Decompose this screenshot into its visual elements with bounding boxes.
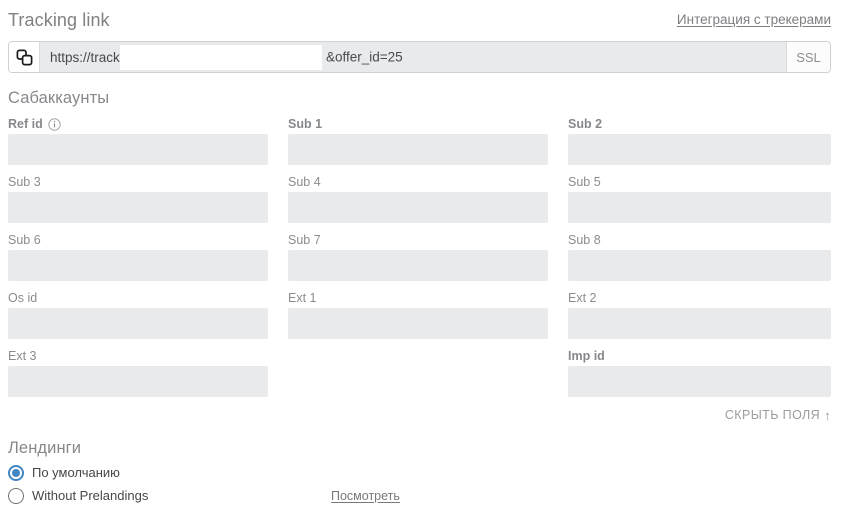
grid-gutter <box>268 288 288 346</box>
landings-section-title: Лендинги <box>8 439 82 457</box>
field-label-sub-8: Sub 8 <box>568 230 831 250</box>
field-label-sub-1: Sub 1 <box>288 114 548 134</box>
field-sub-7: Sub 7 <box>288 230 548 288</box>
field-ext-3: Ext 3 <box>8 346 268 404</box>
input-sub-2[interactable] <box>568 134 831 165</box>
input-sub-5[interactable] <box>568 192 831 223</box>
field-ext-1: Ext 1 <box>288 288 548 346</box>
grid-gutter <box>548 230 568 288</box>
field-label-text: Sub 1 <box>288 117 323 131</box>
field-label-text: Sub 3 <box>8 175 41 189</box>
preview-landing-link[interactable]: Посмотреть <box>331 489 400 503</box>
field-sub-4: Sub 4 <box>288 172 548 230</box>
field-label-sub-7: Sub 7 <box>288 230 548 250</box>
input-sub-1[interactable] <box>288 134 548 165</box>
field-imp-id: Imp id <box>568 346 831 404</box>
field-label-imp-id: Imp id <box>568 346 831 366</box>
field-sub-5: Sub 5 <box>568 172 831 230</box>
field-sub-6: Sub 6 <box>8 230 268 288</box>
hide-fields-label: СКРЫТЬ ПОЛЯ <box>724 408 821 422</box>
input-imp-id[interactable] <box>568 366 831 397</box>
field-label-sub-5: Sub 5 <box>568 172 831 192</box>
field-placeholder-empty <box>288 346 548 404</box>
tracking-link-value[interactable]: https://track. &offer_id=25 <box>40 42 786 72</box>
landings-radio-group: По умолчанию Without Prelandings Посмотрет… <box>8 461 831 507</box>
tracking-link-header: Tracking link Интеграция с трекерами <box>8 8 831 36</box>
field-sub-1: Sub 1 <box>288 114 548 172</box>
radio-unchecked-icon[interactable] <box>8 487 24 504</box>
tracking-link-bar: https://track. &offer_id=25 SSL <box>8 41 831 73</box>
field-label-text: Sub 2 <box>568 117 603 131</box>
field-label-text: Sub 6 <box>8 233 41 247</box>
input-sub-7[interactable] <box>288 250 548 281</box>
grid-gutter <box>268 172 288 230</box>
field-label-text: Ref id <box>8 117 43 131</box>
grid-gutter <box>548 172 568 230</box>
input-sub-8[interactable] <box>568 250 831 281</box>
field-sub-8: Sub 8 <box>568 230 831 288</box>
field-sub-2: Sub 2 <box>568 114 831 172</box>
radio-option-0[interactable]: По умолчанию <box>8 464 120 481</box>
field-label-text: Sub 5 <box>568 175 601 189</box>
input-sub-4[interactable] <box>288 192 548 223</box>
field-os-id: Os id <box>8 288 268 346</box>
field-label-os-id: Os id <box>8 288 268 308</box>
field-sub-3: Sub 3 <box>8 172 268 230</box>
hide-fields-button[interactable]: СКРЫТЬ ПОЛЯ ↑ <box>725 408 831 422</box>
field-label-sub-6: Sub 6 <box>8 230 268 250</box>
field-label-text: Ext 2 <box>568 291 597 305</box>
field-label-text: Ext 3 <box>8 349 37 363</box>
field-label-sub-2: Sub 2 <box>568 114 831 134</box>
landing-option-row: По умолчанию <box>8 461 831 484</box>
radio-option-1[interactable]: Without Prelandings <box>8 487 149 504</box>
field-label-sub-4: Sub 4 <box>288 172 548 192</box>
input-os-id[interactable] <box>8 308 268 339</box>
copy-link-button[interactable] <box>9 42 40 72</box>
field-label-text: Os id <box>8 291 38 305</box>
grid-gutter <box>548 346 568 404</box>
landing-option-row: Without Prelandings Посмотреть <box>8 484 831 507</box>
input-sub-6[interactable] <box>8 250 268 281</box>
input-ref-id[interactable] <box>8 134 268 165</box>
grid-gutter <box>268 230 288 288</box>
radio-option-label: Without Prelandings <box>32 488 149 503</box>
field-ext-2: Ext 2 <box>568 288 831 346</box>
input-ext-3[interactable] <box>8 366 268 397</box>
arrow-up-icon: ↑ <box>824 407 831 423</box>
grid-gutter <box>548 114 568 172</box>
copy-icon <box>16 49 33 66</box>
info-icon[interactable] <box>48 117 61 131</box>
grid-gutter <box>548 288 568 346</box>
grid-gutter <box>268 346 288 404</box>
field-label-text: Ext 1 <box>288 291 317 305</box>
field-label-text: Sub 7 <box>288 233 321 247</box>
input-ext-2[interactable] <box>568 308 831 339</box>
field-label-sub-3: Sub 3 <box>8 172 268 192</box>
field-label-text: Sub 8 <box>568 233 601 247</box>
ssl-toggle[interactable]: SSL <box>786 42 830 72</box>
field-label-ext-3: Ext 3 <box>8 346 268 366</box>
field-label-ext-2: Ext 2 <box>568 288 831 308</box>
integration-with-trackers-link[interactable]: Интеграция с трекерами <box>677 10 831 30</box>
subaccount-fields-grid: Ref id Sub 1 Sub 2 Sub 3 Sub 4 Sub 5 Sub 6 Sub … <box>8 114 831 404</box>
subaccounts-section-title: Сабаккаунты <box>8 89 110 107</box>
field-label-ref-id: Ref id <box>8 114 268 134</box>
input-sub-3[interactable] <box>8 192 268 223</box>
tracking-link-url-suffix: &offer_id=25 <box>326 49 403 65</box>
input-ext-1[interactable] <box>288 308 548 339</box>
radio-checked-icon[interactable] <box>8 464 24 481</box>
grid-gutter <box>268 114 288 172</box>
field-ref-id: Ref id <box>8 114 268 172</box>
tracking-link-url-prefix: https://track. <box>50 49 124 65</box>
radio-option-label: По умолчанию <box>32 465 120 480</box>
tracking-link-redaction <box>120 45 322 70</box>
field-label-text: Sub 4 <box>288 175 321 189</box>
field-label-ext-1: Ext 1 <box>288 288 548 308</box>
field-label-text: Imp id <box>568 349 605 363</box>
page-title: Tracking link <box>8 10 110 30</box>
